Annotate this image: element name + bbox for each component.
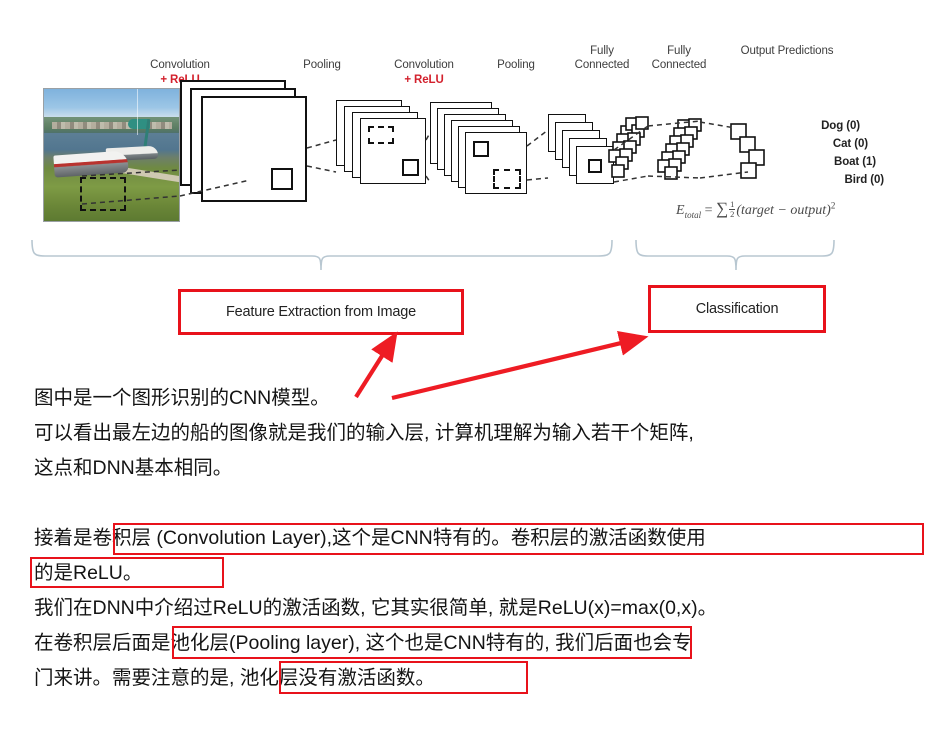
text-line: 接着是卷积层 (Convolution Layer),这个是CNN特有的。卷积层…: [34, 527, 706, 549]
text-line: 的是ReLU。: [34, 562, 143, 584]
loss-formula: Etotal = ∑ 1 2 (target − output)2: [676, 199, 835, 220]
prediction-cat: Cat (0): [832, 138, 868, 150]
loss-symbol: E: [676, 203, 685, 218]
text-line: 门来讲。需要注意的是, 池化层没有激活函数。: [34, 667, 435, 689]
text-line: 可以看出最左边的船的图像就是我们的输入层, 计算机理解为输入若干个矩阵,: [34, 422, 694, 444]
prediction-bird: Bird (0): [844, 174, 885, 186]
fc-column-2: [657, 118, 702, 180]
loss-body: (target − output): [736, 203, 831, 218]
paragraph-one: 图中是一个图形识别的CNN模型。 可以看出最左边的船的图像就是我们的输入层, 计…: [34, 381, 924, 486]
text-line: 我们在DNN中介绍过ReLU的激活函数, 它其实很简单, 就是ReLU(x)=m…: [34, 597, 718, 619]
output-nodes: [730, 123, 765, 179]
loss-subscript: total: [684, 209, 702, 220]
text-line: 在卷积层后面是池化层(Pooling layer), 这个也是CNN特有的, 我…: [34, 632, 692, 654]
sigma-icon: ∑: [715, 199, 729, 218]
section-box-feature-extraction: Feature Extraction from Image: [178, 289, 464, 335]
cnn-architecture-figure: Convolution + ReLU Pooling Convolution +…: [0, 0, 944, 401]
brace-feature-extraction: [31, 239, 613, 271]
text-line: 这点和DNN基本相同。: [34, 457, 233, 479]
section-label: Classification: [695, 301, 779, 317]
text-line: 图中是一个图形识别的CNN模型。: [34, 387, 330, 409]
loss-equals: =: [704, 203, 713, 218]
loss-exponent: 2: [830, 200, 836, 211]
brace-classification: [635, 239, 835, 271]
prediction-boat: Boat (1): [833, 156, 876, 168]
prediction-dog: Dog (0): [821, 120, 860, 132]
loss-half-fraction: 12: [729, 200, 736, 219]
explanatory-text: 图中是一个图形识别的CNN模型。 可以看出最左边的船的图像就是我们的输入层, 计…: [30, 381, 924, 696]
section-label: Feature Extraction from Image: [225, 304, 417, 320]
section-box-classification: Classification: [648, 285, 826, 333]
fraction-denominator: 2: [730, 208, 735, 219]
fc-column-1: [608, 116, 649, 178]
paragraph-two: 接着是卷积层 (Convolution Layer),这个是CNN特有的。卷积层…: [30, 521, 924, 696]
